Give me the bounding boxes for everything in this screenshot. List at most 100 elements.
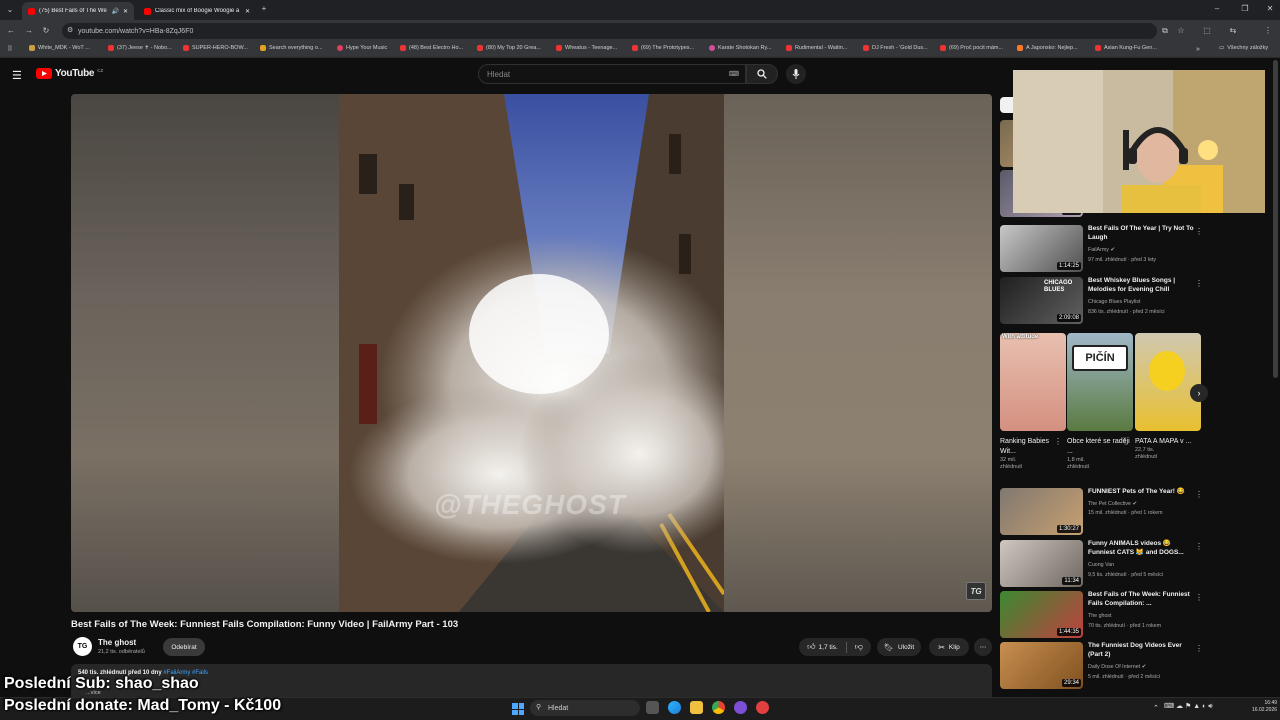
save-button[interactable]: 🔖︎ Uložit [877, 638, 921, 656]
voice-search-button[interactable] [786, 64, 806, 84]
tray-icons[interactable]: ⌨ ☁ ⚑ ▲ ◐ 🔊︎ [1164, 702, 1213, 711]
new-tab-icon[interactable]: + [259, 4, 269, 14]
more-bookmarks-icon[interactable]: » [1193, 45, 1203, 55]
bookmark-item[interactable]: (69) The Prototypes... [632, 45, 694, 51]
taskbar-clock[interactable]: 16:49 16.02.2026 [1252, 700, 1277, 714]
more-options-icon[interactable]: ⋮ [1121, 437, 1129, 446]
bookmark-item[interactable]: (80) My Top 20 Grea... [477, 45, 541, 51]
restore-icon[interactable]: ❐ [1240, 4, 1250, 14]
keyboard-icon[interactable]: ⌨ [729, 70, 739, 78]
more-options-icon[interactable]: ⋮ [1195, 490, 1203, 499]
video-channel[interactable]: Chicago Blues Playlist [1088, 299, 1140, 305]
subscribe-button[interactable]: Odebírat [163, 638, 205, 656]
video-thumbnail[interactable]: 1:44:35 [1000, 591, 1083, 638]
extensions-icon[interactable]: ⬚ [1202, 26, 1212, 36]
recommended-video[interactable]: 29:34 The Funniest Dog Videos Ever (Part… [1000, 642, 1210, 690]
channel-name[interactable]: The ghost [98, 638, 136, 647]
taskbar-search[interactable]: ⚲ Hledat [530, 700, 640, 716]
bookmark-item[interactable]: Asian Kung-Fu Gen... [1095, 45, 1157, 51]
page-scrollbar[interactable] [1273, 60, 1278, 378]
reload-icon[interactable]: ↻ [41, 26, 51, 36]
url-field[interactable]: ⚙ youtube.com/watch?v=HBa-8ZqJ6F0 [62, 23, 1157, 39]
short-title[interactable]: PATA A MAPA v ... [1135, 437, 1201, 447]
more-options-icon[interactable]: ⋮ [1195, 644, 1203, 653]
speaker-icon[interactable]: 🔊 [111, 8, 118, 15]
bookmark-item[interactable]: Hype Your Music [337, 45, 387, 51]
recommended-video[interactable]: 11:34 Funny ANIMALS videos 😂 Funniest CA… [1000, 540, 1210, 588]
recommended-video[interactable]: 1:14:25 Best Fails Of The Year | Try Not… [1000, 225, 1210, 273]
apps-grid-icon[interactable]: ⠿ [5, 45, 15, 55]
bookmark-item[interactable]: (69) Proč pocit mám... [940, 45, 1003, 51]
discord-icon[interactable] [734, 701, 747, 714]
youtube-logo[interactable]: YouTube CZ [36, 68, 103, 79]
short-thumbnail[interactable]: PIČÍN [1067, 333, 1133, 431]
video-player[interactable]: @THEGHOST TG [71, 94, 992, 612]
video-thumbnail[interactable]: 1:14:25 [1000, 225, 1083, 272]
short-thumbnail[interactable] [1135, 333, 1201, 431]
video-title[interactable]: Best Whiskey Blues Songs | Melodies for … [1088, 277, 1196, 294]
like-button[interactable]: 👍︎ 1,7 tis. [807, 642, 838, 652]
video-title[interactable]: Best Fails of The Week: Funniest Fails C… [1088, 591, 1196, 608]
sidepanel-icon[interactable]: ⇆ [1228, 26, 1238, 36]
bookmark-item[interactable]: A Japonsko: Nejlep... [1017, 45, 1078, 51]
video-title[interactable]: Funny ANIMALS videos 😂 Funniest CATS 😹 a… [1088, 540, 1196, 557]
video-channel[interactable]: Daily Dose Of Internet ✔ [1088, 664, 1146, 670]
search-input[interactable]: Hledat ⌨ [478, 64, 746, 84]
star-icon[interactable]: ☆ [1176, 26, 1186, 36]
video-channel[interactable]: FailArmy ✔ [1088, 247, 1115, 253]
bookmark-item[interactable]: (48) Best Electro Ho... [400, 45, 463, 51]
windows-start-icon[interactable] [512, 703, 524, 715]
copilot-icon[interactable] [668, 701, 681, 714]
video-channel[interactable]: The Pet Collective ✔ [1088, 501, 1137, 507]
all-bookmarks-folder[interactable]: ▭ Všechny záložky [1219, 45, 1268, 51]
bookmark-item[interactable]: White_MDK - WoT ... [29, 45, 90, 51]
bookmark-item[interactable]: SUPER-HERO-BOW... [183, 45, 248, 51]
hamburger-menu-icon[interactable]: ☰ [12, 69, 22, 82]
bookmark-item[interactable]: (37) Jeese ✝ - Nobo... [108, 45, 172, 51]
tab-boogie-woogie[interactable]: Classic mix of Boogie Woogie a ✕ [138, 2, 256, 20]
bookmark-item[interactable]: DJ Fresh - 'Gold Dus... [863, 45, 928, 51]
more-options-icon[interactable]: ⋮ [1195, 279, 1203, 288]
install-icon[interactable]: ⧉ [1160, 26, 1170, 36]
tray-expand-icon[interactable]: ⌃ [1153, 704, 1159, 712]
task-view-icon[interactable] [646, 701, 659, 714]
menu-icon[interactable]: ⋮ [1263, 26, 1273, 36]
video-thumbnail[interactable]: CHICAGO BLUES 2:09:08 [1000, 277, 1083, 324]
recommended-video[interactable]: 1:44:35 Best Fails of The Week: Funniest… [1000, 591, 1210, 639]
clip-button[interactable]: ✂ Klip [929, 638, 969, 656]
file-explorer-icon[interactable] [690, 701, 703, 714]
recommended-video[interactable]: 1:30:27 FUNNIEST Pets of The Year! 😂 The… [1000, 488, 1210, 536]
more-options-icon[interactable]: ⋮ [1195, 542, 1203, 551]
recommended-video[interactable]: CHICAGO BLUES 2:09:08 Best Whiskey Blues… [1000, 277, 1210, 325]
bookmark-item[interactable]: Rudimental - Waitin... [786, 45, 847, 51]
channel-avatar[interactable]: TG [73, 637, 92, 656]
more-options-icon[interactable]: ⋮ [1195, 227, 1203, 236]
video-thumbnail[interactable]: 29:34 [1000, 642, 1083, 689]
video-thumbnail[interactable]: 1:30:27 [1000, 488, 1083, 535]
bookmark-item[interactable]: Search everything o... [260, 45, 323, 51]
short-item[interactable]: With attitude Ranking Babies Wit... 32 m… [1000, 333, 1066, 471]
minimize-icon[interactable]: – [1212, 4, 1222, 14]
dislike-button[interactable]: 👎︎ [855, 642, 863, 652]
video-title[interactable]: The Funniest Dog Videos Ever (Part 2) [1088, 642, 1196, 659]
close-tab-icon[interactable]: ✕ [245, 8, 250, 15]
close-window-icon[interactable]: ✕ [1265, 4, 1275, 14]
video-channel[interactable]: The ghost [1088, 613, 1112, 619]
app-icon[interactable] [756, 701, 769, 714]
short-thumbnail[interactable]: With attitude [1000, 333, 1066, 431]
shorts-next-button[interactable]: › [1190, 384, 1208, 402]
site-info-icon[interactable]: ⚙ [67, 26, 73, 34]
tab-search-icon[interactable]: ⌄ [5, 5, 15, 15]
video-title[interactable]: Best Fails Of The Year | Try Not To Laug… [1088, 225, 1196, 242]
forward-icon[interactable]: → [24, 26, 34, 36]
bookmark-item[interactable]: Wheatus - Teenage... [556, 45, 617, 51]
more-options-icon[interactable]: ⋮ [1195, 593, 1203, 602]
video-thumbnail[interactable]: 11:34 [1000, 540, 1083, 587]
bookmark-item[interactable]: Karate Shotokan Ry... [709, 45, 771, 51]
channel-watermark-logo[interactable]: TG [966, 582, 986, 600]
tab-best-fails[interactable]: (75) Best Fails of The Week 🔊 ✕ [22, 2, 134, 20]
close-tab-icon[interactable]: ✕ [123, 8, 128, 15]
video-channel[interactable]: Cuong Van [1088, 562, 1114, 568]
video-title[interactable]: FUNNIEST Pets of The Year! 😂 [1088, 488, 1196, 497]
search-button[interactable] [746, 64, 778, 84]
